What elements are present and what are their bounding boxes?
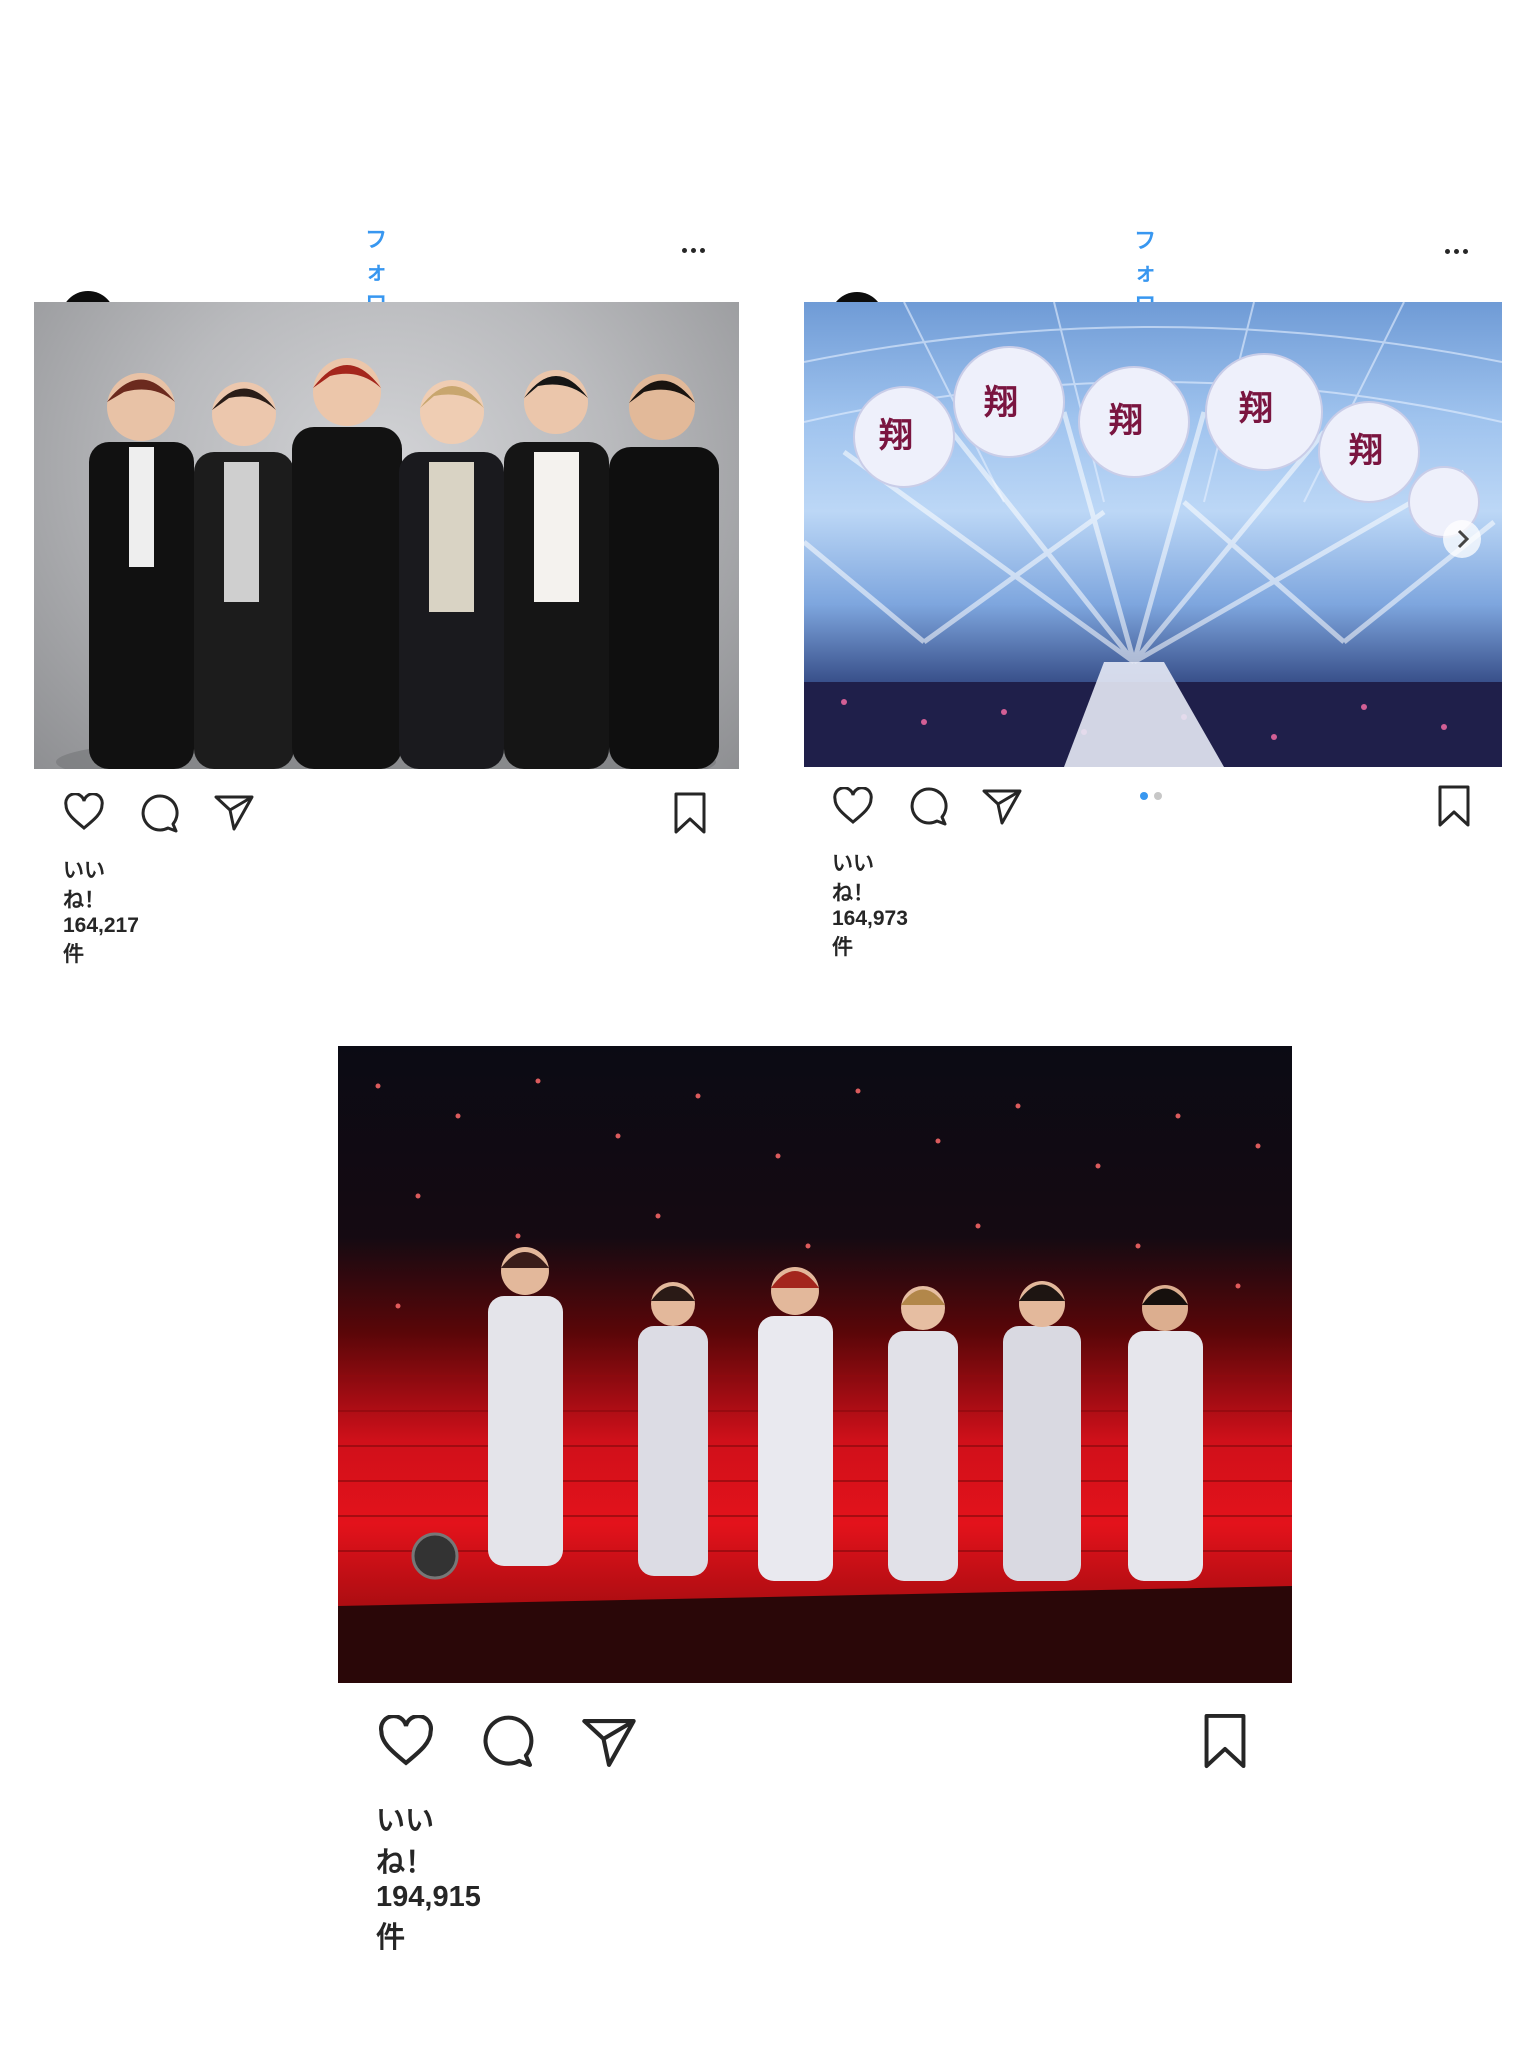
- group-portrait-image: [56, 358, 719, 769]
- heart-icon[interactable]: [377, 1714, 435, 1772]
- more-icon[interactable]: [682, 248, 705, 253]
- carousel-dot-active: [1140, 792, 1148, 800]
- share-icon[interactable]: [581, 1717, 637, 1774]
- arena-image: 翔翔 翔翔翔: [804, 302, 1502, 767]
- post-photo[interactable]: [34, 302, 739, 769]
- carousel-dot: [1154, 792, 1162, 800]
- post-photo[interactable]: 翔翔 翔翔翔: [804, 302, 1502, 767]
- share-icon[interactable]: [982, 788, 1022, 831]
- comment-icon[interactable]: [139, 794, 179, 839]
- svg-text:翔: 翔: [984, 383, 1018, 423]
- share-icon[interactable]: [214, 794, 254, 837]
- svg-text:翔: 翔: [1349, 431, 1383, 471]
- heart-icon[interactable]: [63, 792, 105, 836]
- carousel-indicator: [1140, 792, 1162, 800]
- svg-text:翔: 翔: [1239, 389, 1273, 429]
- svg-text:翔: 翔: [1109, 401, 1143, 441]
- stage-image: [338, 1078, 1292, 1683]
- heart-icon[interactable]: [832, 786, 874, 830]
- bookmark-icon[interactable]: [672, 791, 708, 840]
- post-photo[interactable]: [338, 1046, 1292, 1683]
- likes-count[interactable]: いいね！194,915件: [376, 1797, 481, 1956]
- comment-icon[interactable]: [908, 787, 948, 832]
- chevron-right-icon[interactable]: [1442, 519, 1482, 564]
- likes-count[interactable]: いいね！164,973件: [832, 847, 908, 961]
- svg-text:翔: 翔: [879, 416, 913, 456]
- bookmark-icon[interactable]: [1201, 1712, 1249, 1775]
- bookmark-icon[interactable]: [1436, 784, 1472, 833]
- more-icon[interactable]: [1445, 249, 1468, 254]
- comment-icon[interactable]: [480, 1715, 534, 1774]
- likes-count[interactable]: いいね！164,217件: [63, 854, 139, 968]
